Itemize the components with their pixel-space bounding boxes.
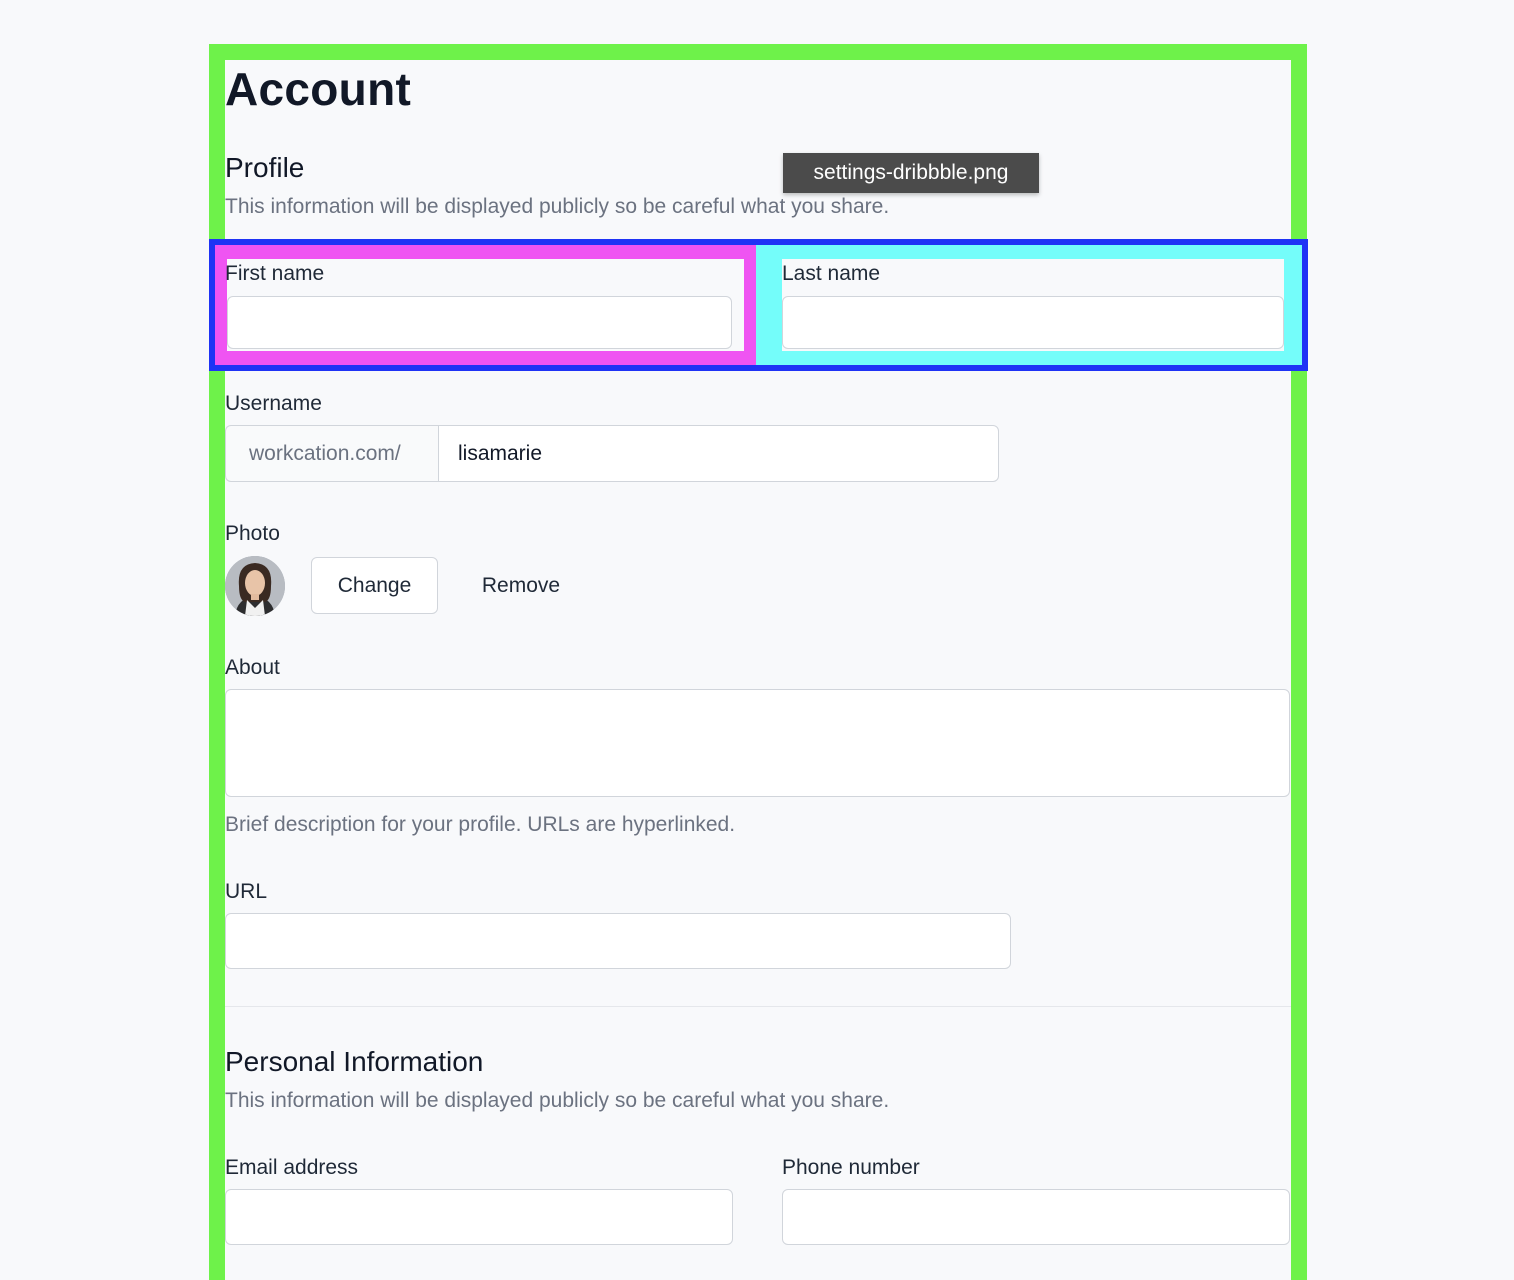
filename-tooltip: settings-dribbble.png xyxy=(783,153,1039,193)
username-prefix-addon: workcation.com/ xyxy=(225,425,439,482)
remove-photo-button[interactable]: Remove xyxy=(463,557,579,614)
page-title: Account xyxy=(225,63,412,115)
about-label: About xyxy=(225,656,280,679)
section-divider xyxy=(225,1006,1291,1007)
profile-section-description: This information will be displayed publi… xyxy=(225,195,890,218)
change-photo-button[interactable]: Change xyxy=(311,557,438,614)
personal-section-title: Personal Information xyxy=(225,1046,484,1077)
email-input[interactable] xyxy=(225,1189,733,1245)
url-input[interactable] xyxy=(225,913,1011,969)
username-input[interactable] xyxy=(438,425,999,482)
personal-section-description: This information will be displayed publi… xyxy=(225,1089,890,1112)
username-label: Username xyxy=(225,392,322,415)
first-name-input[interactable] xyxy=(227,296,732,349)
phone-input[interactable] xyxy=(782,1189,1290,1245)
about-textarea[interactable] xyxy=(225,689,1290,797)
avatar-portrait-icon xyxy=(225,556,285,616)
email-label: Email address xyxy=(225,1156,359,1179)
avatar xyxy=(225,556,285,616)
photo-label: Photo xyxy=(225,522,280,545)
url-label: URL xyxy=(225,880,268,903)
last-name-label: Last name xyxy=(782,262,881,285)
profile-section-title: Profile xyxy=(225,152,305,183)
phone-label: Phone number xyxy=(782,1156,920,1179)
last-name-input[interactable] xyxy=(782,296,1284,349)
first-name-label: First name xyxy=(225,262,325,285)
about-help-text: Brief description for your profile. URLs… xyxy=(225,813,736,836)
